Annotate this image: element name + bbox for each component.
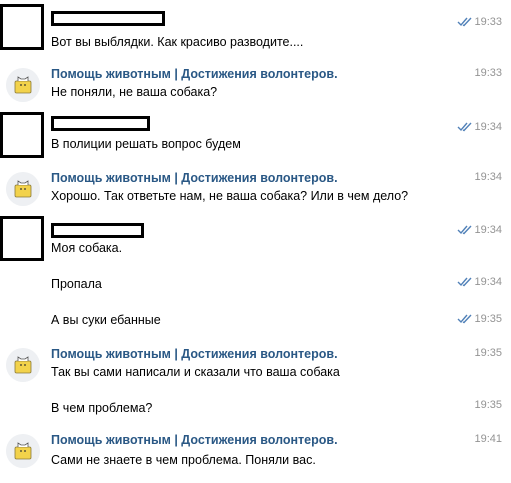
message-time: 19:34	[474, 171, 502, 183]
redacted-sender-name	[51, 223, 144, 238]
message-time: 19:35	[474, 347, 502, 359]
redacted-avatar	[0, 216, 44, 261]
message-time: 19:35	[474, 399, 502, 411]
message-time: 19:41	[474, 433, 502, 445]
message-time: 19:34	[474, 276, 502, 288]
message-text: Сами не знаете в чем проблема. Поняли ва…	[51, 453, 316, 467]
sender-name-link[interactable]: Помощь животным | Достижения волонтеров.	[51, 347, 338, 361]
message-text: В полиции решать вопрос будем	[51, 137, 241, 151]
redacted-avatar	[0, 4, 44, 50]
redacted-sender-name	[51, 116, 150, 131]
redacted-avatar	[0, 112, 44, 158]
redacted-sender-name	[51, 11, 165, 26]
sender-name-link[interactable]: Помощь животным | Достижения волонтеров.	[51, 67, 338, 81]
message-text: Так вы сами написали и сказали что ваша …	[51, 365, 340, 379]
community-avatar[interactable]	[6, 348, 40, 382]
message-time: 19:33	[474, 67, 502, 79]
sender-name-link[interactable]: Помощь животным | Достижения волонтеров.	[51, 433, 338, 447]
message-time: 19:34	[474, 121, 502, 133]
dog-logo-icon	[6, 172, 40, 206]
message-text: Пропала	[51, 277, 102, 291]
community-avatar[interactable]	[6, 434, 40, 468]
message-text: Моя собака.	[51, 241, 123, 255]
dog-logo-icon	[6, 434, 40, 468]
message-time: 19:35	[474, 313, 502, 325]
community-avatar[interactable]	[6, 172, 40, 206]
message-text: Не поняли, не ваша собака?	[51, 85, 218, 99]
message-text: В чем проблема?	[51, 401, 153, 415]
message-time: 19:34	[474, 224, 502, 236]
message-text: А вы суки ебанные	[51, 313, 161, 327]
message-text: Хорошо. Так ответьте нам, не ваша собака…	[51, 189, 409, 203]
sender-name-link[interactable]: Помощь животным | Достижения волонтеров.	[51, 171, 338, 185]
community-avatar[interactable]	[6, 68, 40, 102]
message-time: 19:33	[474, 16, 502, 28]
dog-logo-icon	[6, 68, 40, 102]
dog-logo-icon	[6, 348, 40, 382]
message-text: Вот вы выблядки. Как красиво разводите..…	[51, 35, 304, 49]
